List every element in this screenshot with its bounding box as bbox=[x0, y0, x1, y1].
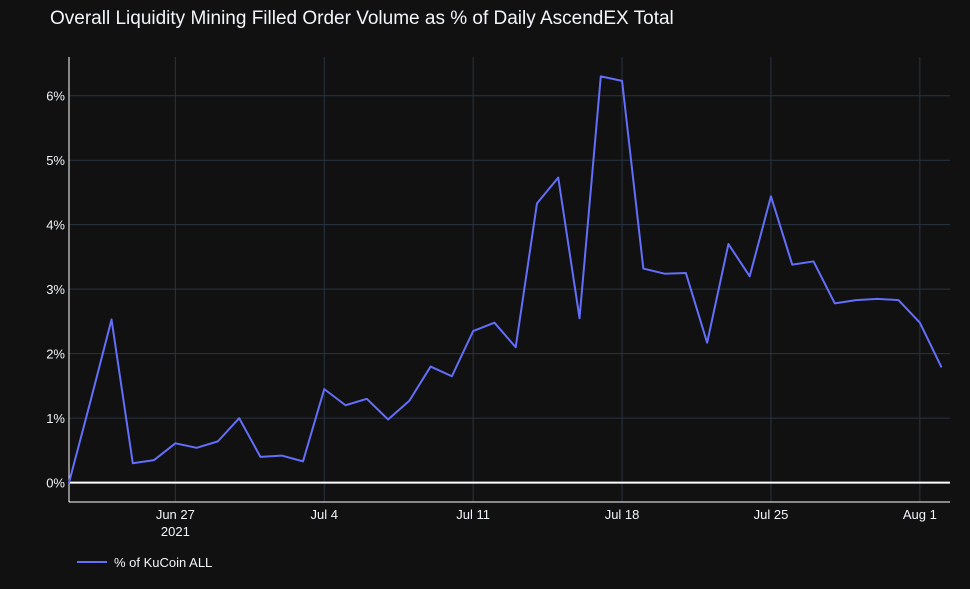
y-tick-label: 5% bbox=[46, 153, 65, 168]
x-tick-year-label: 2021 bbox=[161, 524, 190, 539]
y-tick-label: 2% bbox=[46, 347, 65, 362]
y-tick-label: 1% bbox=[46, 411, 65, 426]
axes bbox=[68, 57, 950, 503]
line-chart: 0% 1% 2% 3% 4% 5% 6% Jun 27 Jul 4 Jul 11 Jul 18 Jul… bbox=[46, 57, 950, 570]
x-tick-label: Jul 18 bbox=[605, 507, 640, 522]
y-tick-label: 3% bbox=[46, 282, 65, 297]
tick-labels: 0% 1% 2% 3% 4% 5% 6% Jun 27 Jul 4 Jul 11 Jul 18 Jul… bbox=[46, 89, 937, 539]
legend[interactable]: % of KuCoin ALL bbox=[77, 555, 212, 570]
y-tick-label: 0% bbox=[46, 476, 65, 491]
legend-label: % of KuCoin ALL bbox=[114, 555, 212, 570]
x-tick-label: Jul 25 bbox=[754, 507, 789, 522]
series-line bbox=[68, 75, 943, 484]
x-tick-label: Jul 11 bbox=[456, 507, 490, 522]
y-tick-label: 6% bbox=[46, 89, 65, 104]
x-tick-label: Jun 27 bbox=[156, 507, 195, 522]
x-tick-label: Aug 1 bbox=[903, 507, 937, 522]
x-tick-label: Jul 4 bbox=[311, 507, 338, 522]
series-layer bbox=[68, 75, 943, 484]
grid-lines bbox=[69, 57, 950, 502]
y-tick-label: 4% bbox=[46, 218, 65, 233]
